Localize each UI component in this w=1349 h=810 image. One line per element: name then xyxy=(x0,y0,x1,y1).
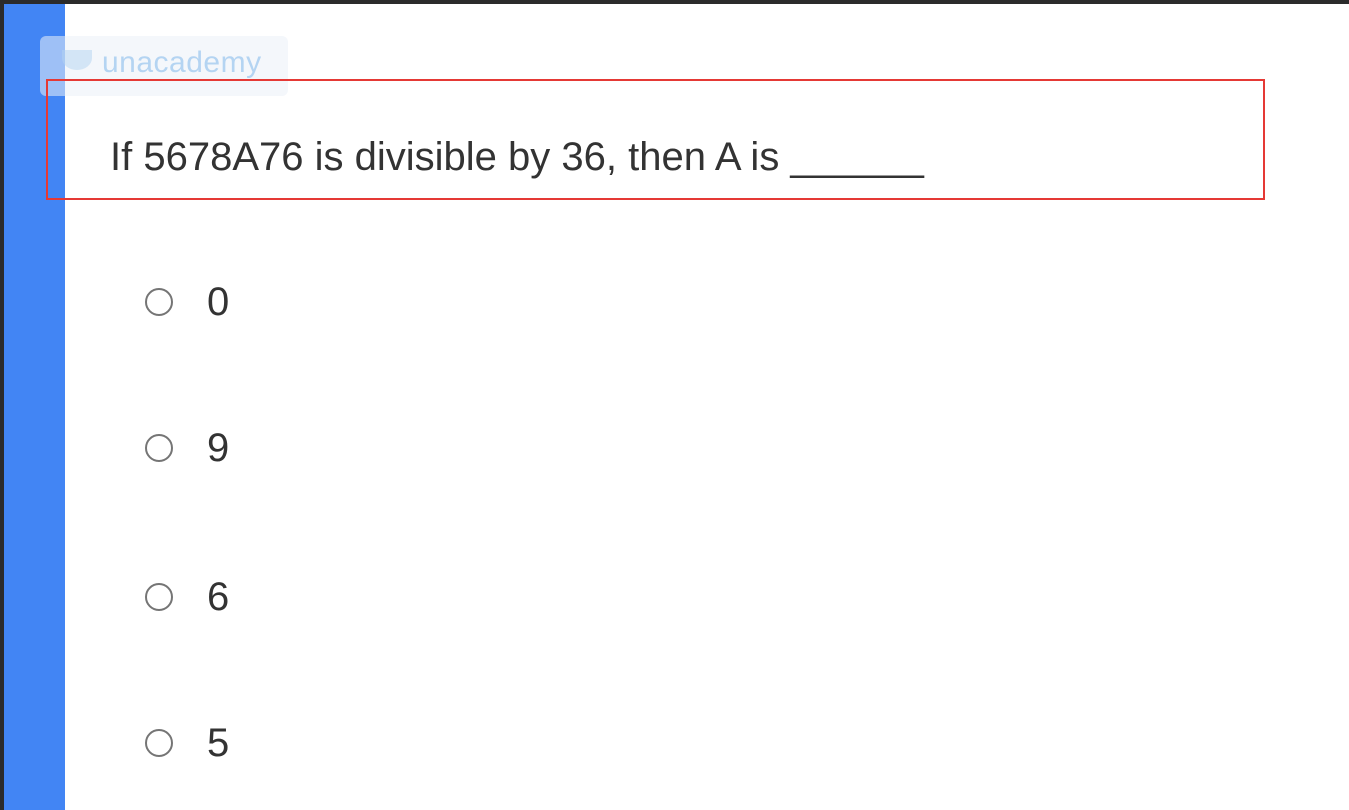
option-label: 5 xyxy=(207,720,230,765)
option-2[interactable]: 6 xyxy=(142,574,230,619)
option-label: 9 xyxy=(207,425,230,470)
option-label: 6 xyxy=(207,574,230,619)
option-label: 0 xyxy=(207,279,230,324)
question-text: If 5678A76 is divisible by 36, then A is… xyxy=(110,135,924,179)
unacademy-logo-icon xyxy=(62,50,92,70)
radio-button[interactable] xyxy=(145,288,173,316)
option-0[interactable]: 0 xyxy=(142,279,230,324)
option-1[interactable]: 9 xyxy=(142,425,230,470)
watermark-text: unacademy xyxy=(102,46,262,79)
option-3[interactable]: 5 xyxy=(142,720,230,765)
radio-button[interactable] xyxy=(145,434,173,462)
radio-button[interactable] xyxy=(145,729,173,757)
radio-button[interactable] xyxy=(145,583,173,611)
